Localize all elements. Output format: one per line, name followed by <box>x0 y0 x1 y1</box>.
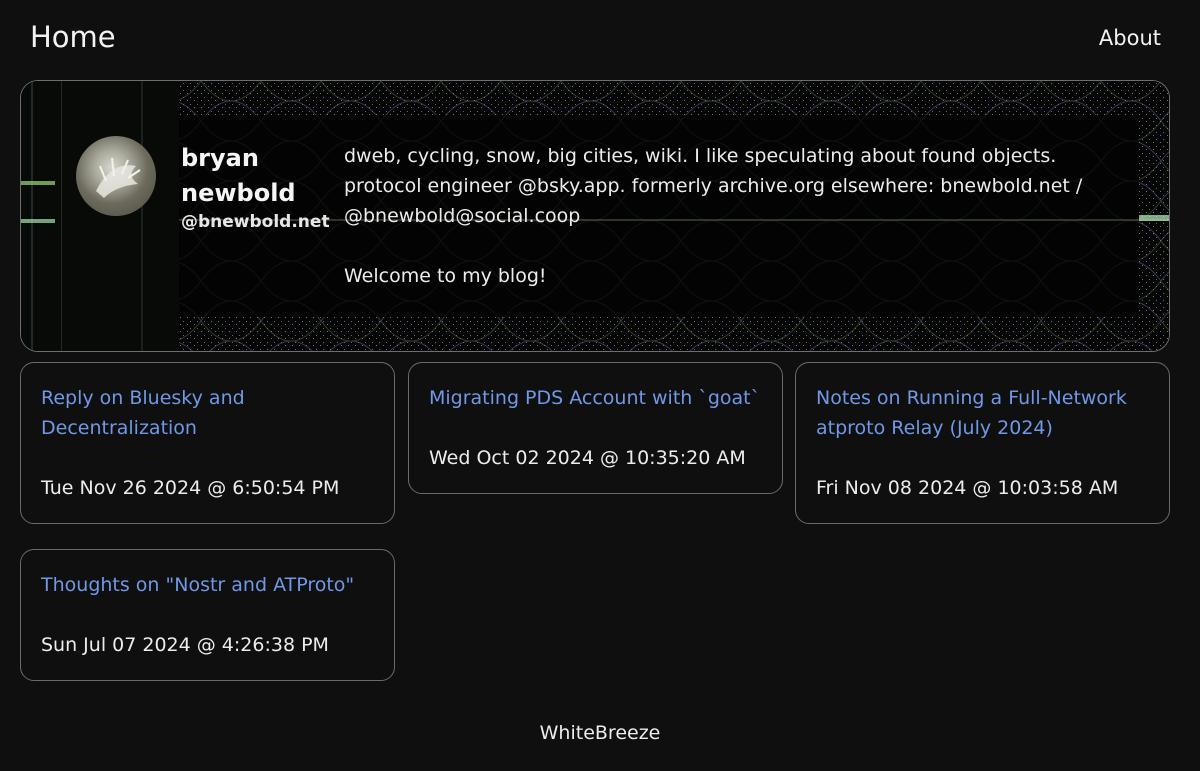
post-date: Fri Nov 08 2024 @ 10:03:58 AM <box>816 477 1119 499</box>
profile-bio-block: dweb, cycling, snow, big cities, wiki. I… <box>344 141 1104 321</box>
post-date: Wed Oct 02 2024 @ 10:35:20 AM <box>429 447 746 469</box>
profile-card: bryan newbold @bnewbold.net dweb, cyclin… <box>21 81 1169 351</box>
post-date: Sun Jul 07 2024 @ 4:26:38 PM <box>41 634 329 656</box>
profile-display-name: bryan newbold <box>181 144 296 207</box>
top-nav: Home About <box>0 0 1200 80</box>
post-title-link[interactable]: Reply on Bluesky and Decentralization <box>41 383 374 443</box>
post-title-link[interactable]: Migrating PDS Account with `goat` <box>429 383 762 413</box>
profile-handle: @bnewbold.net <box>181 212 330 232</box>
post-date: Tue Nov 26 2024 @ 6:50:54 PM <box>41 477 340 499</box>
post-card[interactable]: Thoughts on "Nostr and ATProto" Sun Jul … <box>20 549 395 681</box>
avatar-image <box>96 157 141 198</box>
profile-banner: bryan newbold @bnewbold.net dweb, cyclin… <box>20 80 1170 352</box>
post-title-link[interactable]: Thoughts on "Nostr and ATProto" <box>41 570 374 600</box>
home-link[interactable]: Home <box>30 20 116 54</box>
about-link[interactable]: About <box>1099 26 1161 50</box>
post-card[interactable]: Migrating PDS Account with `goat` Wed Oc… <box>408 362 783 494</box>
avatar[interactable] <box>76 136 156 216</box>
profile-bio: dweb, cycling, snow, big cities, wiki. I… <box>344 145 1083 227</box>
footer-text: WhiteBreeze <box>539 722 661 744</box>
post-card[interactable]: Notes on Running a Full-Network atproto … <box>795 362 1170 524</box>
post-card[interactable]: Reply on Bluesky and Decentralization Tu… <box>20 362 395 524</box>
post-title-link[interactable]: Notes on Running a Full-Network atproto … <box>816 383 1149 443</box>
welcome-message: Welcome to my blog! <box>344 265 547 287</box>
